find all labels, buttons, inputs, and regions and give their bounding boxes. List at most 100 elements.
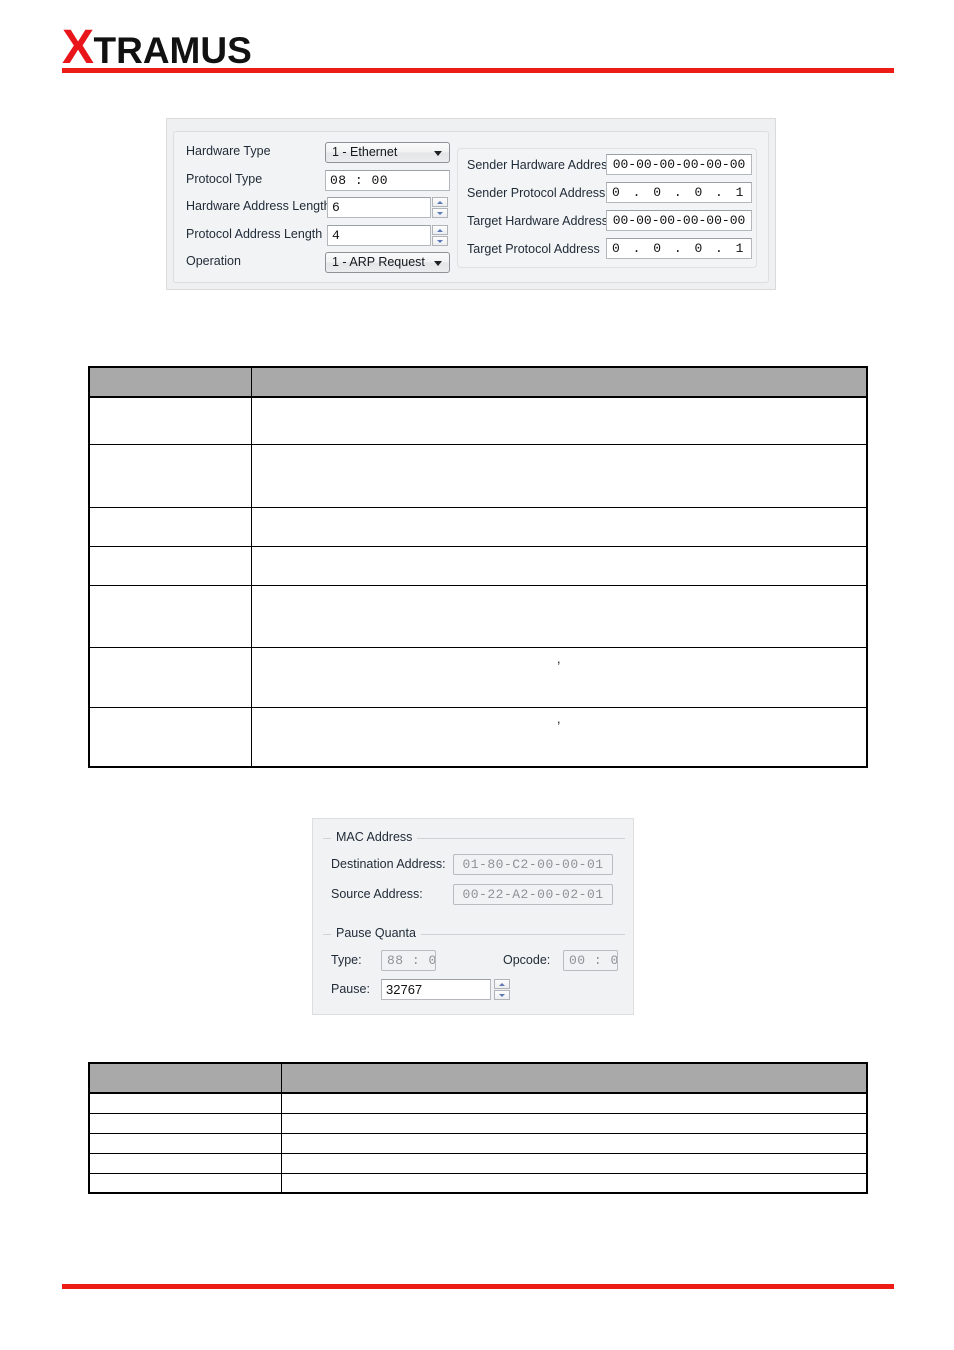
table-cell-description: ,: [250, 706, 868, 768]
stepper-down-icon[interactable]: [494, 990, 510, 1000]
type-label: Type:: [331, 953, 362, 967]
table-cell-name: [88, 506, 252, 547]
mac-address-group-title: MAC Address: [331, 830, 418, 844]
arp-address-group: Sender Hardware Address 00-00-00-00-00-0…: [457, 148, 757, 268]
table-cell-name: [88, 545, 252, 586]
table-two-header-col1: [88, 1062, 282, 1094]
target-hardware-address-label: Target Hardware Address: [467, 214, 609, 228]
stepper-down-icon[interactable]: [432, 235, 448, 246]
arp-configuration-panel: Hardware Type 1 - Ethernet Protocol Type…: [166, 118, 776, 290]
field-row-protocol-type: Protocol Type 08 : 00: [180, 167, 450, 195]
table-row: [88, 506, 868, 547]
operation-label: Operation: [186, 254, 241, 268]
destination-address-input[interactable]: 01-80-C2-00-00-01: [453, 854, 613, 875]
table-cell-inline-mark: ,: [557, 711, 561, 726]
table-header-row: [88, 1062, 868, 1094]
table-row: [88, 396, 868, 445]
table-cell-inline-mark: ,: [557, 651, 561, 666]
table-cell-description: [250, 396, 868, 445]
table-cell-description: [250, 545, 868, 586]
table-two-header-col2: [280, 1062, 868, 1094]
table-cell-name: [88, 584, 252, 648]
protocol-address-length-input[interactable]: 4: [327, 224, 431, 246]
chevron-down-icon: [434, 261, 442, 266]
table-cell-name: [88, 1092, 282, 1114]
hardware-address-length-input[interactable]: 6: [327, 197, 431, 218]
field-row-protocol-address-length: Protocol Address Length 4: [180, 222, 450, 250]
sender-hardware-address-input[interactable]: 00-00-00-00-00-00: [606, 154, 752, 175]
arp-left-column: Hardware Type 1 - Ethernet Protocol Type…: [180, 139, 450, 277]
table-header-row: [88, 366, 868, 398]
hardware-type-value: 1 - Ethernet: [332, 145, 398, 159]
type-input[interactable]: 88 : 08: [381, 950, 436, 971]
table-cell-description: [250, 443, 868, 508]
pause-frame-configuration-panel: MAC Address Destination Address: 01-80-C…: [312, 818, 634, 1015]
table-cell-description: [250, 506, 868, 547]
table-cell-description: [280, 1112, 868, 1134]
operation-combobox[interactable]: 1 - ARP Request: [325, 252, 450, 273]
table-cell-name: [88, 396, 252, 445]
table-cell-name: [88, 1172, 282, 1194]
field-row-hardware-address-length: Hardware Address Length 6: [180, 194, 450, 222]
opcode-input[interactable]: 00 : 01: [563, 950, 618, 971]
field-row-operation: Operation 1 - ARP Request: [180, 249, 450, 277]
target-protocol-address-input[interactable]: 0 . 0 . 0 . 1: [606, 238, 752, 259]
stepper-up-icon[interactable]: [494, 979, 510, 989]
destination-address-label: Destination Address:: [331, 857, 446, 871]
logo-wordmark: TRAMUS: [93, 30, 252, 71]
table-cell-name: [88, 1112, 282, 1134]
table-cell-name: [88, 1132, 282, 1154]
table-cell-description: [280, 1092, 868, 1114]
protocol-address-length-label: Protocol Address Length: [186, 226, 323, 241]
field-row-hardware-type: Hardware Type 1 - Ethernet: [180, 139, 450, 167]
hardware-type-combobox[interactable]: 1 - Ethernet: [325, 142, 450, 163]
table-row: ,: [88, 646, 868, 708]
table-row: [88, 1152, 868, 1174]
header-divider-rule: [62, 68, 894, 73]
footer-divider-rule: [62, 1284, 894, 1289]
pause-stepper[interactable]: [494, 979, 510, 1000]
pause-field-description-table: [88, 1062, 868, 1194]
mac-address-groupbox: MAC Address Destination Address: 01-80-C…: [323, 829, 625, 915]
table-cell-name: [88, 646, 252, 708]
sender-protocol-address-input[interactable]: 0 . 0 . 0 . 1: [606, 182, 752, 203]
pause-input[interactable]: 32767: [381, 979, 491, 1000]
table-cell-description: [250, 584, 868, 648]
table-cell-name: [88, 443, 252, 508]
protocol-type-input[interactable]: 08 : 00: [325, 169, 450, 191]
table-row: [88, 1172, 868, 1194]
table-cell-description: ,: [250, 646, 868, 708]
stepper-up-icon[interactable]: [432, 224, 448, 235]
table-cell-name: [88, 706, 252, 768]
arp-panel-inner-frame: Hardware Type 1 - Ethernet Protocol Type…: [173, 131, 769, 283]
table-one-header-col1: [88, 366, 252, 398]
source-address-label: Source Address:: [331, 887, 423, 901]
table-row: [88, 1092, 868, 1114]
logo-x-letter: X: [62, 21, 94, 74]
table-row: [88, 1132, 868, 1154]
target-hardware-address-input[interactable]: 00-00-00-00-00-00: [606, 210, 752, 231]
stepper-down-icon[interactable]: [432, 208, 448, 218]
opcode-label: Opcode:: [503, 953, 551, 967]
operation-value: 1 - ARP Request: [332, 255, 425, 269]
table-row: [88, 545, 868, 586]
chevron-down-icon: [434, 151, 442, 156]
table-row: [88, 584, 868, 648]
sender-hardware-address-label: Sender Hardware Address: [467, 158, 614, 172]
pause-label: Pause:: [331, 982, 370, 996]
page-header: XTRAMUS: [0, 0, 954, 86]
sender-protocol-address-label: Sender Protocol Address: [467, 186, 606, 200]
hardware-address-length-label: Hardware Address Length: [186, 199, 331, 213]
hardware-type-label: Hardware Type: [186, 144, 271, 158]
source-address-input[interactable]: 00-22-A2-00-02-01: [453, 884, 613, 905]
hardware-address-length-stepper[interactable]: [432, 197, 448, 218]
table-cell-description: [280, 1172, 868, 1194]
protocol-address-length-stepper[interactable]: [432, 224, 448, 246]
table-row: [88, 1112, 868, 1134]
stepper-up-icon[interactable]: [432, 197, 448, 207]
table-cell-description: [280, 1132, 868, 1154]
table-cell-name: [88, 1152, 282, 1174]
table-row: [88, 443, 868, 508]
arp-field-description-table: , ,: [88, 366, 868, 768]
target-protocol-address-label: Target Protocol Address: [467, 242, 600, 256]
